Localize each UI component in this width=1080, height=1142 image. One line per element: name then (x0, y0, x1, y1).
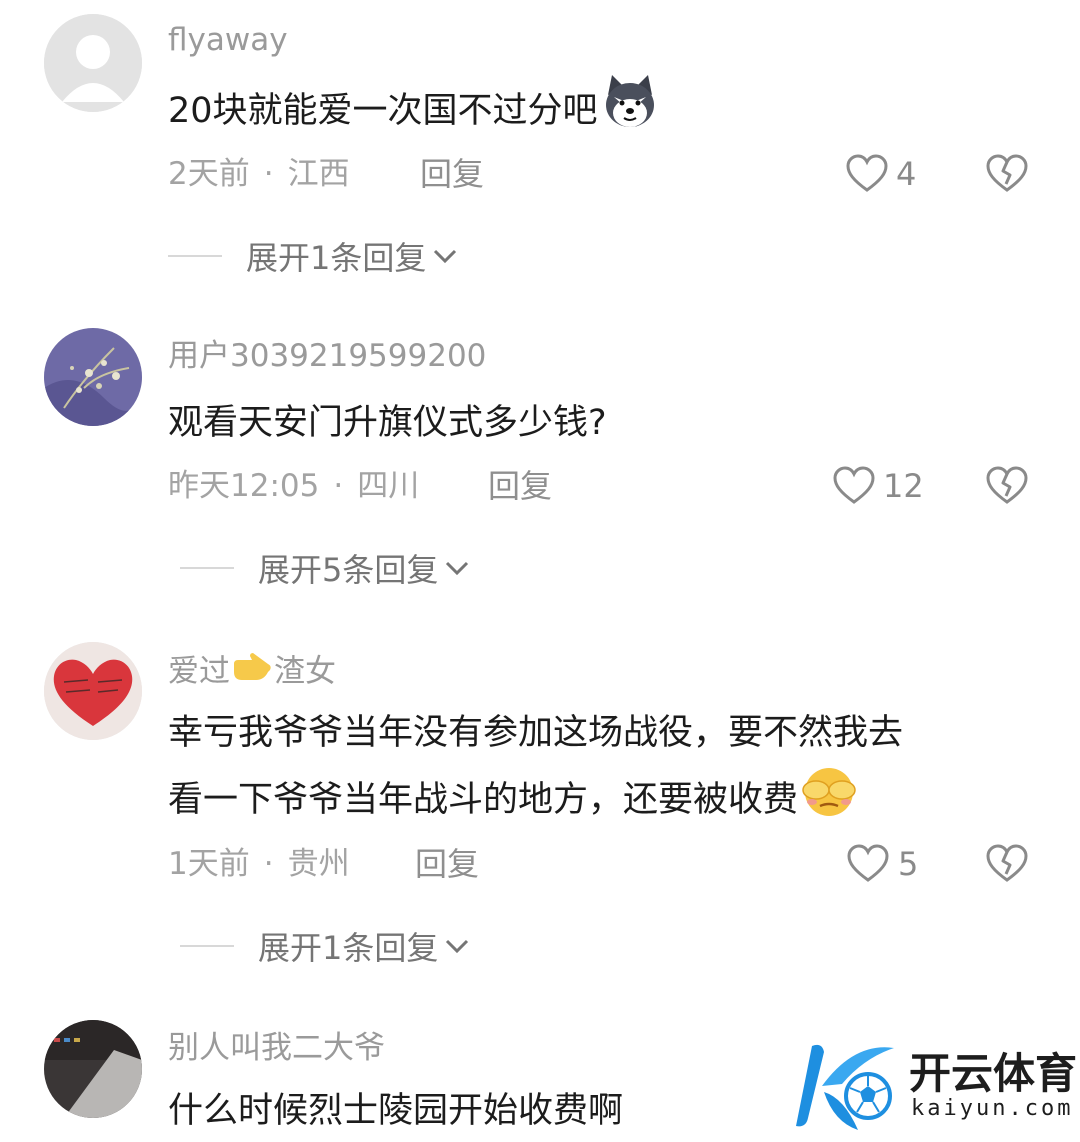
watermark-subtitle: kaiyun.com (911, 1096, 1074, 1121)
comment-text: 20块就能爱一次国不过分吧 (168, 73, 1038, 151)
heart-avatar-icon (44, 642, 142, 740)
comment-location: 贵州 (287, 846, 350, 882)
comment-text-line: 看一下爷爷当年战斗的地方，还要被收费 (168, 764, 1038, 838)
heart-like-icon[interactable] (845, 154, 889, 194)
comment-meta: 2天前 · 江西 (168, 154, 350, 194)
like-count: 4 (896, 155, 917, 193)
reply-button[interactable]: 回复 (420, 154, 484, 194)
comment-text-content: 看一下爷爷当年战斗的地方，还要被收费 (168, 780, 799, 820)
comment-item: 用户3039219599200 观看天安门升旗仪式多少钱? 昨天12:05 · 四川… (0, 312, 1080, 612)
expand-replies-button[interactable]: 展开1条回复 (180, 926, 470, 967)
face-covering-eyes-icon (800, 764, 858, 838)
expand-replies-label: 展开1条回复 (246, 239, 427, 277)
username-part: 爱过 (168, 653, 230, 690)
comment-time: 1天前 (168, 846, 250, 882)
floral-avatar-icon (44, 328, 142, 426)
expand-replies-button[interactable]: 展开1条回复 (168, 236, 458, 277)
divider (168, 255, 222, 257)
comment-text: 幸亏我爷爷当年没有参加这场战役，要不然我去 看一下爷爷当年战斗的地方，还要被收费 (168, 702, 1038, 838)
reply-button[interactable]: 回复 (415, 844, 479, 884)
comment-meta: 昨天12:05 · 四川 (168, 466, 419, 506)
username[interactable]: flyaway (168, 20, 288, 60)
comment-text-line: 幸亏我爷爷当年没有参加这场战役，要不然我去 (168, 713, 904, 753)
like-count: 12 (883, 467, 924, 505)
husky-emoji-icon (600, 73, 660, 151)
comment-text: 观看天安门升旗仪式多少钱? (168, 403, 607, 443)
separator-dot: · (333, 468, 344, 504)
separator-dot: · (263, 156, 274, 192)
username[interactable]: 别人叫我二大爷 (168, 1028, 385, 1068)
pointing-hand-icon (230, 650, 274, 696)
avatar[interactable] (44, 1020, 142, 1118)
username[interactable]: 用户3039219599200 (168, 336, 486, 376)
divider (180, 567, 234, 569)
username[interactable]: 爱过 渣女 (168, 650, 336, 696)
comment-location: 江西 (287, 156, 350, 192)
comment-time: 2天前 (168, 156, 250, 192)
expand-replies-button[interactable]: 展开5条回复 (180, 548, 470, 589)
kaiyun-soccer-logo-icon (796, 1044, 894, 1130)
divider (180, 945, 234, 947)
broken-heart-dislike-icon[interactable] (985, 466, 1029, 506)
watermark-logo: 开云体育 kaiyun.com (794, 1038, 1078, 1138)
broken-heart-dislike-icon[interactable] (985, 154, 1029, 194)
avatar[interactable] (44, 14, 142, 112)
comment-time: 昨天12:05 (168, 468, 320, 504)
heart-like-icon[interactable] (846, 844, 890, 884)
laptop-avatar-icon (44, 1020, 142, 1118)
comment-meta: 1天前 · 贵州 (168, 844, 350, 884)
comment-item: 爱过 渣女 幸亏我爷爷当年没有参加这场战役，要不然我去 看一下爷爷当年战斗的地方… (0, 626, 1080, 1006)
like-count: 5 (898, 845, 919, 883)
reply-button[interactable]: 回复 (488, 466, 552, 506)
comment-text-content: 20块就能爱一次国不过分吧 (168, 91, 598, 131)
comment-item: flyaway 20块就能爱一次国不过分吧 2天前 · 江西 回复 4 展开1条… (0, 0, 1080, 300)
expand-replies-label: 展开5条回复 (258, 551, 439, 589)
comment-location: 四川 (357, 468, 420, 504)
heart-like-icon[interactable] (832, 466, 876, 506)
watermark-title: 开云体育 (909, 1049, 1078, 1098)
chevron-down-icon (434, 249, 457, 264)
default-user-icon (44, 14, 142, 112)
avatar[interactable] (44, 642, 142, 740)
chevron-down-icon (446, 561, 469, 576)
separator-dot: · (263, 846, 274, 882)
chevron-down-icon (446, 939, 469, 954)
expand-replies-label: 展开1条回复 (258, 929, 439, 967)
avatar[interactable] (44, 328, 142, 426)
username-part: 渣女 (274, 653, 336, 690)
broken-heart-dislike-icon[interactable] (985, 844, 1029, 884)
